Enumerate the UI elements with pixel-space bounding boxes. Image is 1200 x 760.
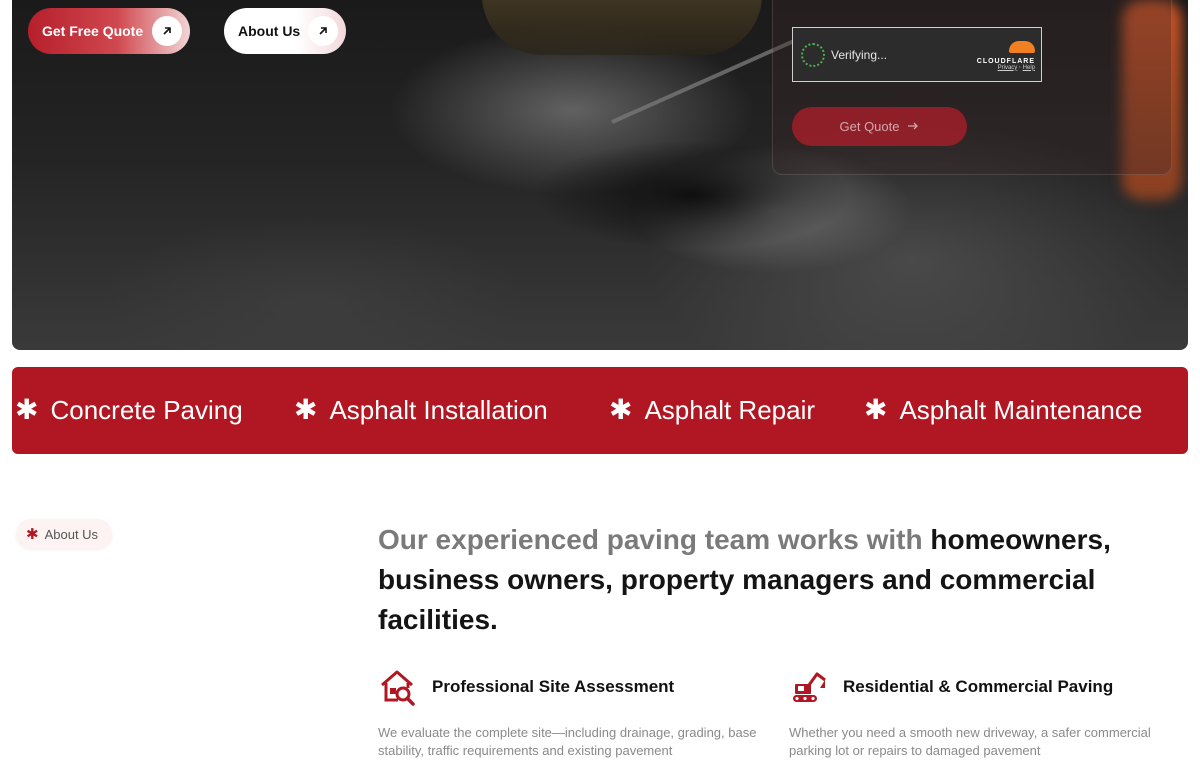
services-marquee: ✱ Concrete Paving ✱ Asphalt Installation… bbox=[12, 367, 1188, 454]
asterisk-icon: ✱ bbox=[15, 393, 39, 426]
marquee-item: ✱ Asphalt Installation bbox=[294, 393, 548, 427]
marquee-item-label: Asphalt Repair bbox=[644, 395, 816, 425]
marquee-item: ✱ Concrete Paving bbox=[15, 393, 243, 427]
arrow-right-icon bbox=[907, 119, 919, 134]
loading-spinner-icon bbox=[801, 42, 825, 67]
about-us-button[interactable]: About Us bbox=[224, 8, 346, 54]
house-search-icon bbox=[378, 668, 416, 706]
asterisk-icon: ✱ bbox=[26, 525, 39, 543]
get-free-quote-label: Get Free Quote bbox=[42, 23, 144, 39]
captcha-links-separator: · bbox=[1018, 64, 1021, 71]
arrow-up-right-icon bbox=[308, 16, 338, 46]
feature-site-assessment: Professional Site Assessment We evaluate… bbox=[378, 668, 768, 760]
feature-title: Residential & Commercial Paving bbox=[843, 677, 1114, 696]
feature-description: We evaluate the complete site—including … bbox=[378, 725, 757, 758]
feature-description: Whether you need a smooth new driveway, … bbox=[789, 725, 1151, 758]
paving-machine-wheel bbox=[482, 0, 762, 55]
marquee-item-label: Asphalt Installation bbox=[329, 395, 548, 425]
about-us-tag-label: About Us bbox=[44, 526, 99, 542]
feature-title: Professional Site Assessment bbox=[432, 677, 675, 696]
feature-paving: Residential & Commercial Paving Whether … bbox=[789, 668, 1179, 760]
asterisk-icon: ✱ bbox=[294, 393, 318, 426]
captcha-privacy-link[interactable]: Privacy bbox=[998, 65, 1018, 71]
arrow-up-right-icon bbox=[152, 16, 182, 46]
cloudflare-captcha-widget[interactable]: Verifying... CLOUDFLARE Privacy · Help bbox=[792, 27, 1042, 82]
captcha-help-link[interactable]: Help bbox=[1023, 65, 1035, 71]
cloudflare-brand-text: CLOUDFLARE bbox=[976, 57, 1035, 65]
get-quote-submit-button[interactable]: Get Quote bbox=[792, 107, 967, 146]
captcha-links: Privacy · Help bbox=[969, 65, 1035, 71]
get-quote-label: Get Quote bbox=[839, 119, 900, 134]
excavator-icon bbox=[789, 668, 827, 706]
marquee-item-label: Concrete Paving bbox=[50, 395, 243, 425]
headline-muted-text: Our experienced paving team works with bbox=[378, 524, 931, 555]
marquee-item: ✱ Asphalt Repair bbox=[609, 393, 815, 427]
get-free-quote-button[interactable]: Get Free Quote bbox=[28, 8, 190, 54]
asterisk-icon: ✱ bbox=[864, 393, 888, 426]
about-us-section-tag: ✱ About Us bbox=[16, 519, 112, 549]
cloudflare-logo-icon bbox=[969, 39, 1035, 58]
marquee-item: ✱ Asphalt Maintenance bbox=[864, 393, 1142, 427]
marquee-item-label: Asphalt Maintenance bbox=[899, 395, 1143, 425]
about-headline: Our experienced paving team works with h… bbox=[378, 520, 1168, 640]
asterisk-icon: ✱ bbox=[609, 393, 633, 426]
about-us-label: About Us bbox=[238, 23, 301, 39]
captcha-status: Verifying... bbox=[831, 47, 888, 62]
cloudflare-branding: CLOUDFLARE Privacy · Help bbox=[969, 39, 1035, 71]
